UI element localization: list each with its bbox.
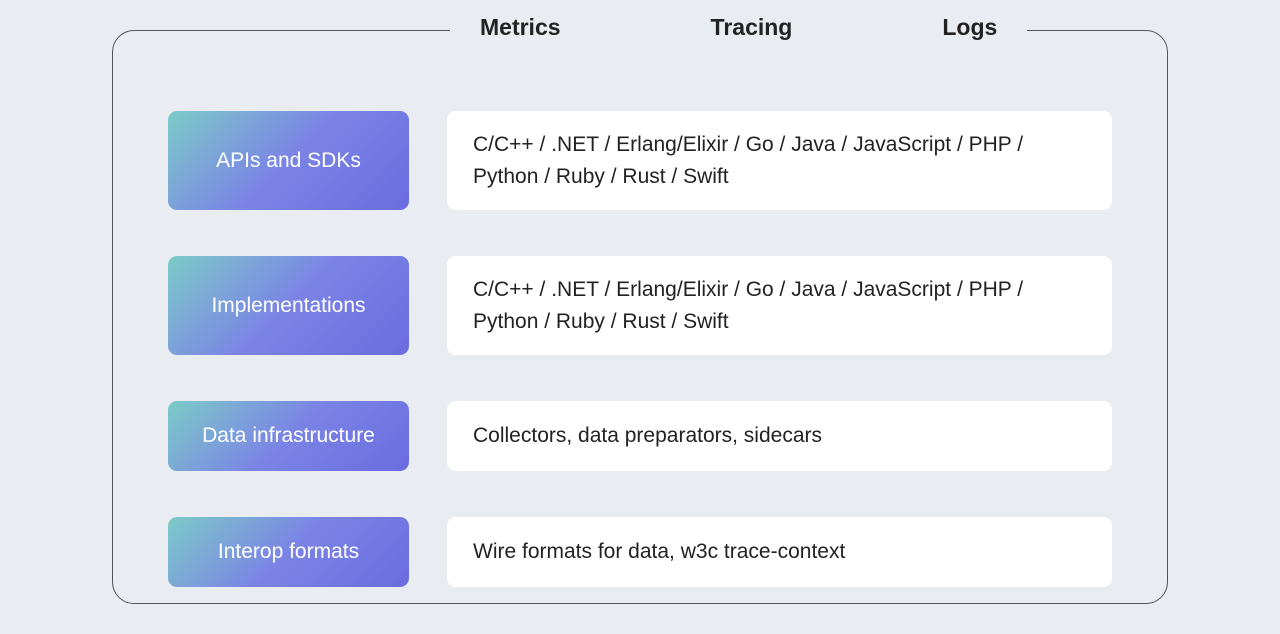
header-tabs: Metrics Tracing Logs	[450, 14, 1027, 41]
row-implementations: Implementations C/C++ / .NET / Erlang/El…	[168, 256, 1112, 355]
content-apis-sdks: C/C++ / .NET / Erlang/Elixir / Go / Java…	[447, 111, 1112, 210]
content-data-infrastructure: Collectors, data preparators, sidecars	[447, 401, 1112, 471]
row-interop-formats: Interop formats Wire formats for data, w…	[168, 517, 1112, 587]
row-apis-sdks: APIs and SDKs C/C++ / .NET / Erlang/Elix…	[168, 111, 1112, 210]
content-interop-formats: Wire formats for data, w3c trace-context	[447, 517, 1112, 587]
label-interop-formats: Interop formats	[168, 517, 409, 587]
diagram-container: APIs and SDKs C/C++ / .NET / Erlang/Elix…	[112, 30, 1168, 604]
row-data-infrastructure: Data infrastructure Collectors, data pre…	[168, 401, 1112, 471]
header-logs: Logs	[942, 14, 997, 41]
header-tracing: Tracing	[711, 14, 793, 41]
label-data-infrastructure: Data infrastructure	[168, 401, 409, 471]
header-metrics: Metrics	[480, 14, 561, 41]
label-implementations: Implementations	[168, 256, 409, 355]
label-apis-sdks: APIs and SDKs	[168, 111, 409, 210]
content-implementations: C/C++ / .NET / Erlang/Elixir / Go / Java…	[447, 256, 1112, 355]
